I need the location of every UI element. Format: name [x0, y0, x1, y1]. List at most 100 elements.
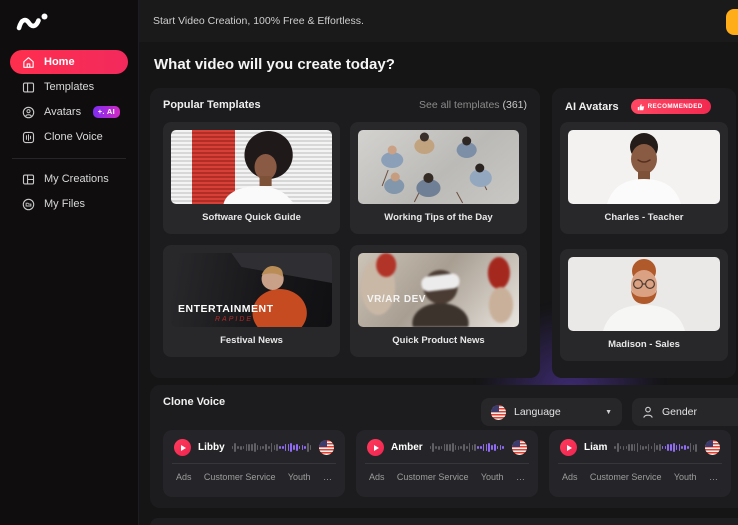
sidebar-nav: Home Templates Avatars +. AI [0, 50, 138, 217]
voice-card-row: Libby Ads Customer Service Youth … Amber [163, 430, 731, 497]
templates-icon [22, 81, 35, 94]
voice-card-liam[interactable]: Liam Ads Customer Service Youth … [549, 430, 731, 497]
ai-avatars-section: AI Avatars RECOMMENDED [552, 88, 736, 378]
voice-waveform [614, 441, 698, 455]
template-title: Software Quick Guide [171, 212, 332, 223]
madison-avatar-illustration [568, 257, 720, 331]
ai-feature-badge: +. AI [93, 106, 120, 118]
template-thumbnail: ENTERTAINMENT RAPIDE [171, 253, 332, 327]
files-icon [22, 198, 35, 211]
voice-name: Amber [391, 442, 423, 453]
us-flag-icon [705, 440, 720, 455]
thumbnail-overlay-subtext: RAPIDE [215, 316, 253, 323]
sidebar-item-label: Avatars [44, 106, 81, 118]
thumbs-up-icon [637, 103, 645, 111]
avatar-photo [568, 130, 720, 204]
sidebar-item-my-files[interactable]: My Files [10, 192, 128, 216]
voice-tags: Ads Customer Service Youth … [174, 472, 334, 482]
voice-tag: Youth [288, 472, 311, 482]
see-all-templates-link[interactable]: See all templates (361) [419, 99, 527, 111]
play-voice-button[interactable] [174, 439, 191, 456]
template-card-working-tips[interactable]: Working Tips of the Day [350, 122, 527, 234]
creations-icon [22, 173, 35, 186]
sidebar-item-home[interactable]: Home [10, 50, 128, 74]
us-flag-icon [512, 440, 527, 455]
sidebar-item-label: Home [44, 56, 75, 68]
avatar-icon [22, 106, 35, 119]
page-title: What video will you create today? [154, 56, 395, 73]
avatar-name: Madison - Sales [568, 339, 720, 350]
sidebar-divider [12, 158, 126, 159]
template-thumbnail [358, 130, 519, 204]
popular-templates-section: Popular Templates See all templates (361… [150, 88, 540, 378]
section-title: AI Avatars [565, 101, 619, 113]
template-title: Quick Product News [358, 335, 519, 346]
sidebar: Home Templates Avatars +. AI [0, 0, 139, 525]
voice-waveform [430, 441, 505, 455]
divider [365, 463, 529, 464]
play-icon [181, 445, 186, 451]
play-icon [374, 445, 379, 451]
voice-card-libby[interactable]: Libby Ads Customer Service Youth … [163, 430, 345, 497]
voice-tags: Ads Customer Service Youth … [367, 472, 527, 482]
language-filter-dropdown[interactable]: Language ▼ [481, 398, 622, 426]
template-card-quick-product-news[interactable]: VR/AR DEV Quick Product News [350, 245, 527, 357]
play-icon [567, 445, 572, 451]
chevron-down-icon: ▼ [605, 409, 612, 416]
recommended-badge: RECOMMENDED [631, 99, 711, 114]
voice-tag: Customer Service [397, 472, 469, 482]
template-title: Festival News [171, 335, 332, 346]
promo-text: Start Video Creation, 100% Free & Effort… [153, 15, 364, 27]
template-card-software-quick-guide[interactable]: Software Quick Guide [163, 122, 340, 234]
voice-name: Liam [584, 442, 607, 453]
more-tags-button[interactable]: … [709, 472, 718, 482]
section-title: Popular Templates [163, 99, 261, 111]
home-icon [22, 56, 35, 69]
sidebar-item-avatars[interactable]: Avatars +. AI [10, 100, 128, 124]
avatar-photo [568, 257, 720, 331]
template-thumbnail [171, 130, 332, 204]
voice-tag: Ads [562, 472, 578, 482]
clone-voice-section: Clone Voice Language ▼ Gender Libby [150, 385, 738, 508]
voice-clone-icon [22, 131, 35, 144]
sidebar-item-clone-voice[interactable]: Clone Voice [10, 125, 128, 149]
avatar-card-charles[interactable]: Charles - Teacher [560, 122, 728, 234]
sidebar-item-label: My Creations [44, 173, 109, 185]
voice-tag: Ads [176, 472, 192, 482]
avatar-list: Charles - Teacher Madison - Sales [560, 122, 728, 361]
sidebar-item-my-creations[interactable]: My Creations [10, 167, 128, 191]
voice-card-amber[interactable]: Amber Ads Customer Service Youth … [356, 430, 538, 497]
gender-filter-dropdown[interactable]: Gender [632, 398, 738, 426]
template-grid: Software Quick Guide [163, 122, 527, 357]
voice-waveform [232, 441, 312, 455]
voice-tag: Customer Service [204, 472, 276, 482]
sidebar-item-templates[interactable]: Templates [10, 75, 128, 99]
group-meeting-illustration [358, 130, 519, 204]
template-thumbnail: VR/AR DEV [358, 253, 519, 327]
language-filter-label: Language [514, 406, 561, 418]
app-window: Home Templates Avatars +. AI [0, 0, 738, 525]
next-section-peek [150, 518, 738, 525]
divider [558, 463, 722, 464]
voice-tags: Ads Customer Service Youth … [560, 472, 720, 482]
charles-avatar-illustration [568, 130, 720, 204]
avatar-name: Charles - Teacher [568, 212, 720, 223]
voice-tag: Youth [481, 472, 504, 482]
gender-filter-label: Gender [662, 406, 697, 418]
more-tags-button[interactable]: … [516, 472, 525, 482]
voice-tag: Ads [369, 472, 385, 482]
thumbnail-overlay-text: VR/AR DEV [367, 294, 426, 305]
play-voice-button[interactable] [367, 439, 384, 456]
voice-name: Libby [198, 442, 225, 453]
sidebar-item-label: Templates [44, 81, 94, 93]
more-tags-button[interactable]: … [323, 472, 332, 482]
voice-tag: Customer Service [590, 472, 662, 482]
upgrade-cta-button[interactable] [726, 9, 738, 35]
topbar: Start Video Creation, 100% Free & Effort… [139, 0, 738, 42]
us-flag-icon [491, 405, 506, 420]
vr-headset-illustration [358, 253, 519, 327]
template-title: Working Tips of the Day [358, 212, 519, 223]
play-voice-button[interactable] [560, 439, 577, 456]
avatar-card-madison[interactable]: Madison - Sales [560, 249, 728, 361]
template-card-festival-news[interactable]: ENTERTAINMENT RAPIDE Festival News [163, 245, 340, 357]
